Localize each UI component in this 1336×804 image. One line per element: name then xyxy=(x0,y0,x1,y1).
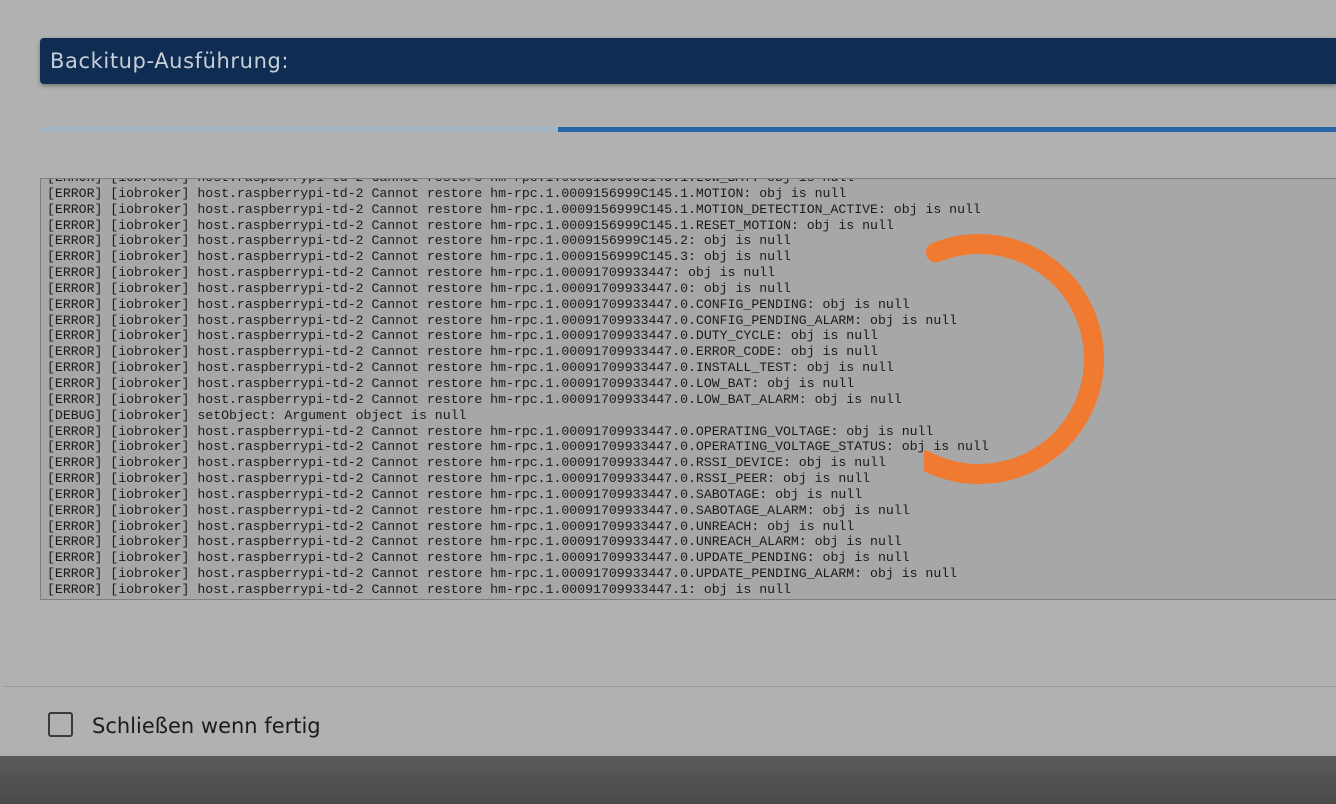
log-output[interactable]: [ERROR] [iobroker] host.raspberrypi-td-2… xyxy=(40,178,1336,600)
log-line: [ERROR] [iobroker] host.raspberrypi-td-2… xyxy=(47,423,934,439)
log-line: [ERROR] [iobroker] host.raspberrypi-td-2… xyxy=(47,550,910,566)
log-line: [ERROR] [iobroker] host.raspberrypi-td-2… xyxy=(47,201,981,217)
log-line: [ERROR] [iobroker] host.raspberrypi-td-2… xyxy=(47,534,902,550)
log-line: [ERROR] [iobroker] host.raspberrypi-td-2… xyxy=(47,179,989,186)
log-line: [ERROR] [iobroker] host.raspberrypi-td-2… xyxy=(47,502,910,518)
log-line: [ERROR] [iobroker] host.raspberrypi-td-2… xyxy=(47,233,791,249)
loading-spinner-icon xyxy=(924,234,1104,484)
log-line: [ERROR] [iobroker] host.raspberrypi-td-2… xyxy=(47,312,958,328)
log-line: [ERROR] [iobroker] host.raspberrypi-td-2… xyxy=(47,328,878,344)
log-line: [ERROR] [iobroker] host.raspberrypi-td-2… xyxy=(47,486,863,502)
log-line: [ERROR] [iobroker] host.raspberrypi-td-2… xyxy=(47,581,791,597)
footer-divider xyxy=(4,686,1336,687)
log-line: [ERROR] [iobroker] host.raspberrypi-td-2… xyxy=(47,249,791,265)
log-line: [ERROR] [iobroker] host.raspberrypi-td-2… xyxy=(47,518,855,534)
close-when-done-label[interactable]: Schließen wenn fertig xyxy=(92,714,321,738)
backup-dialog: Backitup-Ausführung: [ERROR] [iobroker] … xyxy=(0,0,1336,756)
progress-bar-fill xyxy=(558,127,1336,132)
dialog-title-bar: Backitup-Ausführung: xyxy=(40,38,1336,84)
log-line: [ERROR] [iobroker] host.raspberrypi-td-2… xyxy=(47,344,878,360)
dialog-title: Backitup-Ausführung: xyxy=(50,49,290,73)
log-lines: [ERROR] [iobroker] host.raspberrypi-td-2… xyxy=(47,179,989,598)
log-line: [ERROR] [iobroker] host.raspberrypi-td-2… xyxy=(47,375,855,391)
log-line: [ERROR] [iobroker] host.raspberrypi-td-2… xyxy=(47,391,902,407)
log-line: [ERROR] [iobroker] host.raspberrypi-td-2… xyxy=(47,217,894,233)
log-line: [ERROR] [iobroker] host.raspberrypi-td-2… xyxy=(47,566,958,582)
log-line: [ERROR] [iobroker] host.raspberrypi-td-2… xyxy=(47,455,886,471)
backdrop-shade xyxy=(0,756,1336,804)
log-line: [ERROR] [iobroker] host.raspberrypi-td-2… xyxy=(47,280,791,296)
log-line: [ERROR] [iobroker] host.raspberrypi-td-2… xyxy=(47,360,894,376)
close-when-done-checkbox[interactable] xyxy=(48,712,73,737)
log-line: [ERROR] [iobroker] host.raspberrypi-td-2… xyxy=(47,471,871,487)
log-line: [ERROR] [iobroker] host.raspberrypi-td-2… xyxy=(47,185,847,201)
log-line: [DEBUG] [iobroker] setObject: Argument o… xyxy=(47,407,467,423)
log-line: [ERROR] [iobroker] host.raspberrypi-td-2… xyxy=(47,296,910,312)
log-line: [ERROR] [iobroker] host.raspberrypi-td-2… xyxy=(47,439,989,455)
progress-bar xyxy=(40,127,1336,132)
log-line: [ERROR] [iobroker] host.raspberrypi-td-2… xyxy=(47,265,776,281)
